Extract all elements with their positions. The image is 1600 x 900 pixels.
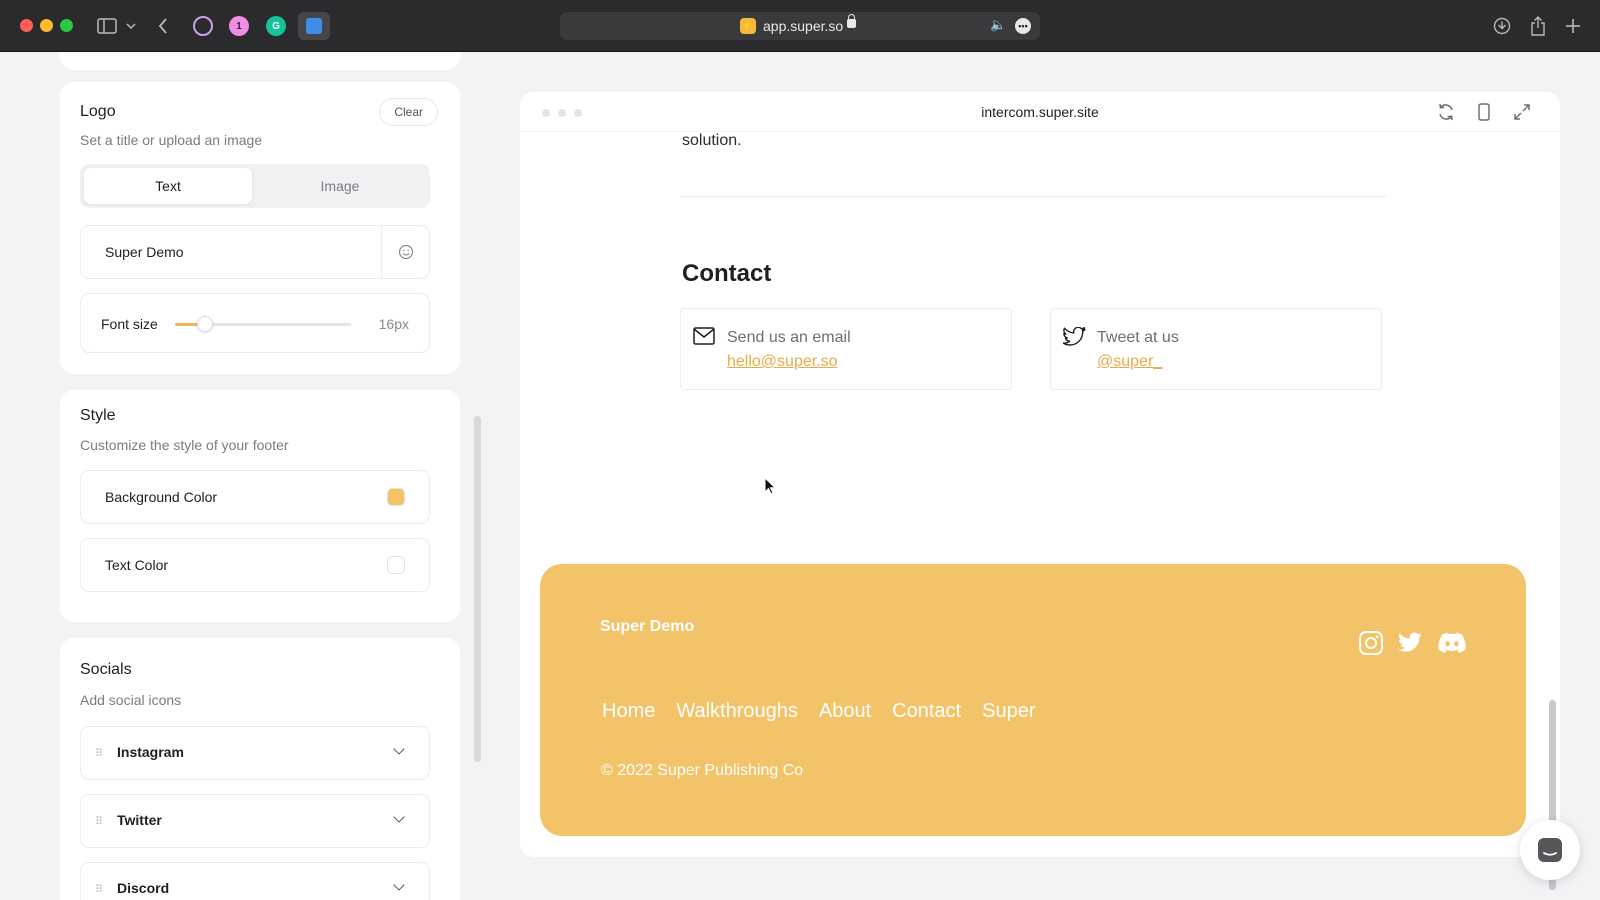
logo-section: Logo Set a title or upload an image Clea… [60,82,460,374]
tab-image[interactable]: Image [256,168,424,204]
section-divider [680,196,1386,197]
background-color-label: Background Color [105,489,218,505]
contact-heading: Contact [682,260,772,287]
instagram-icon[interactable] [1358,630,1384,656]
editor-scrollbar[interactable] [474,416,481,762]
tab-text[interactable]: Text [84,168,252,204]
socials-section: Socials Add social icons ⠿ Instagram ⠿ T… [60,638,460,900]
background-color-field[interactable]: Background Color [80,470,430,524]
logo-section-subtitle: Set a title or upload an image [80,132,263,148]
social-item-discord[interactable]: ⠿ Discord [80,862,430,900]
chevron-down-icon[interactable] [124,14,138,38]
footer-brand: Super Demo [600,618,695,635]
address-url: app.super.so [763,18,844,34]
chevron-down-icon[interactable] [393,743,405,755]
download-icon[interactable] [1492,14,1512,38]
twitter-contact-card[interactable]: Tweet at us @super_ [1050,308,1382,390]
address-bar[interactable]: ⚡ app.super.so 🔈 ••• [560,12,1040,40]
site-preview: intercom.super.site solution. Contact Se… [520,92,1560,857]
email-link[interactable]: hello@super.so [727,353,838,371]
discord-icon[interactable] [1438,630,1466,656]
preview-url: intercom.super.site [981,104,1099,120]
font-size-slider[interactable] [175,316,351,332]
new-tab-icon[interactable] [1563,14,1583,38]
footer-nav-contact[interactable]: Contact [892,700,961,723]
font-size-slider-thumb[interactable] [197,316,213,332]
chat-icon [1538,838,1562,862]
maximize-window-button[interactable] [60,19,73,32]
lock-icon [847,14,856,28]
social-item-label: Instagram [117,744,184,760]
share-icon[interactable] [1528,14,1548,38]
style-section-subtitle: Customize the style of your footer [80,437,289,453]
browser-titlebar: 1 G ⚡ app.super.so 🔈 ••• [0,0,1600,52]
social-item-label: Discord [117,880,170,896]
expand-icon[interactable] [1512,102,1532,122]
footer-nav-home[interactable]: Home [602,700,655,723]
social-item-instagram[interactable]: ⠿ Instagram [80,726,430,780]
footer-social-icons [1358,630,1466,656]
social-item-label: Twitter [117,812,162,828]
previous-section-card [60,52,460,70]
refresh-icon[interactable] [1436,102,1456,122]
twitter-handle-link[interactable]: @super_ [1097,353,1162,371]
tweet-card-title: Tweet at us [1097,329,1179,346]
style-section-title: Style [80,407,116,424]
logo-text-input[interactable]: Super Demo [105,244,184,260]
emoji-picker-button[interactable] [381,226,429,278]
close-window-button[interactable] [20,19,33,32]
twitter-icon [1063,327,1086,346]
chat-launcher-button[interactable] [1520,820,1580,880]
drag-handle-icon[interactable]: ⠿ [95,815,103,828]
logo-text-field[interactable]: Super Demo [80,225,430,279]
drag-handle-icon[interactable]: ⠿ [95,883,103,896]
active-extension-icon[interactable] [298,12,330,40]
minimize-window-button[interactable] [40,19,53,32]
font-size-label: Font size [101,316,158,332]
chevron-down-icon[interactable] [393,811,405,823]
socials-section-subtitle: Add social icons [80,692,182,708]
socials-section-title: Socials [80,661,132,678]
social-item-twitter[interactable]: ⠿ Twitter [80,794,430,848]
footer-nav: Home Walkthroughs About Contact Super [602,700,1035,723]
drag-handle-icon[interactable]: ⠿ [95,747,103,760]
logo-section-title: Logo [80,103,116,120]
footer-nav-walkthroughs[interactable]: Walkthroughs [676,700,798,723]
site-footer: Super Demo Home Walkthroughs About Conta… [540,564,1526,836]
grammarly-extension-icon[interactable]: G [266,16,286,36]
mail-icon [693,327,715,345]
super-favicon-icon: ⚡ [740,18,756,34]
font-size-control: Font size 16px [80,293,430,353]
sidebar-toggle-icon[interactable] [96,14,118,38]
notification-extension-icon[interactable]: 1 [229,16,249,36]
mouse-cursor-icon [764,477,776,495]
emoji-icon [398,244,413,260]
style-section: Style Customize the style of your footer… [60,390,460,622]
font-size-value: 16px [378,316,409,332]
password-manager-extension-icon[interactable] [193,16,213,36]
text-color-label: Text Color [105,557,169,573]
footer-nav-about[interactable]: About [819,700,871,723]
footer-copyright: © 2022 Super Publishing Co [601,762,804,779]
text-color-field[interactable]: Text Color [80,538,430,592]
speaker-icon[interactable]: 🔈 [990,17,1006,33]
email-contact-card[interactable]: Send us an email hello@super.so [680,308,1012,390]
mobile-view-icon[interactable] [1474,102,1494,122]
footer-nav-super[interactable]: Super [982,700,1035,723]
background-color-swatch[interactable] [387,488,405,506]
chevron-down-icon[interactable] [393,879,405,891]
email-card-title: Send us an email [727,329,851,346]
logo-type-toggle: Text Image [80,164,430,208]
clear-logo-button[interactable]: Clear [379,98,438,126]
preview-header: intercom.super.site [520,92,1560,132]
page-body-text: solution. [682,132,742,149]
back-arrow-icon[interactable] [156,14,170,38]
twitter-icon[interactable] [1398,630,1424,656]
more-options-icon[interactable]: ••• [1015,18,1031,34]
text-color-swatch[interactable] [387,556,405,574]
